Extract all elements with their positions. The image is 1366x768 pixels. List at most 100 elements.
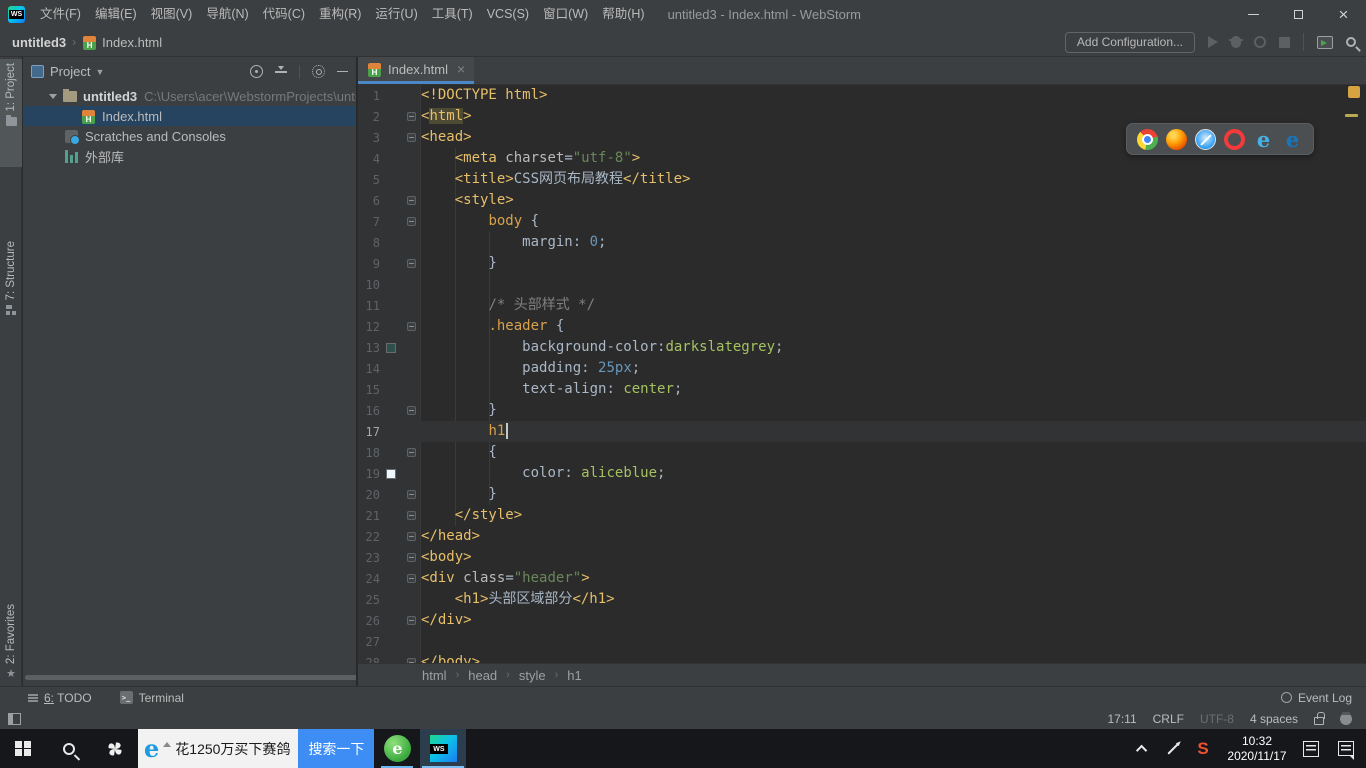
code-line[interactable]: 15 text-align: center; bbox=[358, 379, 1366, 400]
action-center-button[interactable] bbox=[1326, 729, 1366, 768]
tree-row-external-libraries[interactable]: 外部库 bbox=[23, 146, 356, 166]
breadcrumb-item[interactable]: html bbox=[422, 668, 447, 683]
tab-close-icon[interactable]: × bbox=[457, 62, 465, 76]
code-line[interactable]: 14 padding: 25px; bbox=[358, 358, 1366, 379]
collapse-all-icon[interactable] bbox=[275, 65, 287, 78]
code-line[interactable]: 1 <!DOCTYPE html> bbox=[358, 85, 1366, 106]
menu-item[interactable]: 运行(U) bbox=[368, 0, 424, 28]
fold-icon[interactable] bbox=[406, 553, 416, 562]
taskbar-search-button[interactable] bbox=[46, 729, 92, 768]
nav-crumb-file[interactable]: Index.html bbox=[102, 35, 162, 50]
code-line[interactable]: 27 bbox=[358, 631, 1366, 652]
terminal-tool-window[interactable]: >_ Terminal bbox=[119, 691, 184, 705]
code-line[interactable]: 11 /* 头部样式 */ bbox=[358, 295, 1366, 316]
code-line[interactable]: 22 </head> bbox=[358, 526, 1366, 547]
expand-arrow-icon[interactable] bbox=[49, 93, 57, 99]
highlighting-level-icon[interactable] bbox=[1340, 711, 1352, 725]
taskbar-webstorm-button[interactable] bbox=[420, 729, 467, 768]
color-swatch[interactable] bbox=[385, 468, 396, 479]
tray-pen-button[interactable] bbox=[1158, 729, 1188, 768]
menu-item[interactable]: 文件(F) bbox=[33, 0, 88, 28]
menu-item[interactable]: 重构(R) bbox=[312, 0, 368, 28]
search-everywhere-icon[interactable] bbox=[1346, 37, 1356, 47]
code-area[interactable]: 1 <!DOCTYPE html> 2 <html> 3 <head> 4 <meta ch… bbox=[358, 85, 1366, 663]
fold-icon[interactable] bbox=[406, 112, 416, 121]
code-line[interactable]: 13 background-color:darkslategrey; bbox=[358, 337, 1366, 358]
fold-icon[interactable] bbox=[406, 511, 416, 520]
code-line[interactable]: 7 body { bbox=[358, 211, 1366, 232]
edge-icon[interactable]: e bbox=[1282, 127, 1303, 152]
code-line[interactable]: 16 } bbox=[358, 400, 1366, 421]
inspections-indicator[interactable] bbox=[1348, 86, 1360, 98]
todo-tool-window[interactable]: 6: TODO bbox=[28, 691, 92, 705]
code-line[interactable]: 25 <h1>头部区域部分</h1> bbox=[358, 589, 1366, 610]
event-log-widget[interactable]: Event Log bbox=[1280, 691, 1366, 705]
fold-icon[interactable] bbox=[406, 217, 416, 226]
fold-icon[interactable] bbox=[406, 322, 416, 331]
add-configuration-button[interactable]: Add Configuration... bbox=[1064, 31, 1195, 53]
news-headline-area[interactable]: e 花1250万买下赛鸽 bbox=[138, 729, 299, 768]
close-button[interactable]: × bbox=[1321, 0, 1366, 28]
menu-item[interactable]: 代码(C) bbox=[256, 0, 312, 28]
menu-item[interactable]: 编辑(E) bbox=[88, 0, 144, 28]
fold-icon[interactable] bbox=[406, 574, 416, 583]
code-line[interactable]: 12 .header { bbox=[358, 316, 1366, 337]
code-line[interactable]: 18 { bbox=[358, 442, 1366, 463]
menu-item[interactable]: 窗口(W) bbox=[536, 0, 595, 28]
start-button[interactable] bbox=[0, 729, 46, 768]
horizontal-scrollbar[interactable] bbox=[25, 675, 356, 680]
tray-notepad-button[interactable] bbox=[1296, 729, 1326, 768]
locate-file-icon[interactable] bbox=[250, 65, 263, 78]
opera-icon[interactable] bbox=[1224, 128, 1245, 150]
code-line[interactable]: 5 <title>CSS网页布局教程</title> bbox=[358, 169, 1366, 190]
code-line[interactable]: 6 <style> bbox=[358, 190, 1366, 211]
ie-search-widget[interactable]: e 花1250万买下赛鸽 搜索一下 bbox=[138, 729, 375, 768]
code-line[interactable]: 17 h1 bbox=[358, 421, 1366, 442]
fold-icon[interactable] bbox=[406, 133, 416, 142]
firefox-icon[interactable] bbox=[1166, 128, 1187, 150]
tab-index-html[interactable]: Index.html × bbox=[358, 57, 475, 84]
breadcrumb-item[interactable]: h1 bbox=[567, 668, 581, 683]
code-line[interactable]: 28 </body> bbox=[358, 652, 1366, 663]
menu-item[interactable]: 视图(V) bbox=[144, 0, 200, 28]
fold-icon[interactable] bbox=[406, 259, 416, 268]
tray-sogou-button[interactable]: S bbox=[1188, 729, 1218, 768]
safari-icon[interactable] bbox=[1195, 128, 1216, 150]
tool-window-favorites[interactable]: 2: Favorites ★ bbox=[0, 584, 22, 684]
menu-item[interactable]: VCS(S) bbox=[480, 0, 536, 28]
code-line[interactable]: 19 color: aliceblue; bbox=[358, 463, 1366, 484]
caret-position[interactable]: 17:11 bbox=[1107, 712, 1136, 726]
tree-row-root[interactable]: untitled3 C:\Users\acer\WebstormProjects… bbox=[23, 86, 356, 106]
run-anything-icon[interactable] bbox=[1317, 35, 1333, 49]
taskbar-browser-button[interactable]: e bbox=[374, 729, 420, 768]
fold-icon[interactable] bbox=[406, 490, 416, 499]
code-line[interactable]: 24 <div class="header"> bbox=[358, 568, 1366, 589]
tool-window-structure[interactable]: 7: Structure bbox=[0, 237, 22, 357]
fold-icon[interactable] bbox=[406, 448, 416, 457]
breadcrumb-item[interactable]: style bbox=[519, 668, 546, 683]
tree-row-scratches[interactable]: Scratches and Consoles bbox=[23, 126, 356, 146]
code-line[interactable]: 26 </div> bbox=[358, 610, 1366, 631]
code-line[interactable]: 10 bbox=[358, 274, 1366, 295]
fold-icon[interactable] bbox=[406, 616, 416, 625]
menu-item[interactable]: 导航(N) bbox=[199, 0, 255, 28]
run-icon[interactable] bbox=[1208, 36, 1218, 48]
gear-icon[interactable] bbox=[312, 65, 325, 78]
fold-icon[interactable] bbox=[406, 532, 416, 541]
toggle-toolwindows-icon[interactable] bbox=[8, 712, 21, 725]
stop-icon[interactable] bbox=[1279, 36, 1290, 48]
code-line[interactable]: 20 } bbox=[358, 484, 1366, 505]
breadcrumb-item[interactable]: head bbox=[468, 668, 497, 683]
file-encoding[interactable]: UTF-8 bbox=[1200, 712, 1234, 726]
code-line[interactable]: 21 </style> bbox=[358, 505, 1366, 526]
hide-panel-icon[interactable] bbox=[337, 70, 348, 73]
tray-expand-button[interactable] bbox=[1128, 729, 1158, 768]
search-submit-button[interactable]: 搜索一下 bbox=[298, 729, 375, 768]
menu-item[interactable]: 工具(T) bbox=[425, 0, 480, 28]
line-separator[interactable]: CRLF bbox=[1153, 712, 1184, 726]
warning-stripe-mark[interactable] bbox=[1345, 114, 1358, 117]
chrome-icon[interactable] bbox=[1137, 128, 1158, 150]
indent-setting[interactable]: 4 spaces bbox=[1250, 712, 1298, 726]
fold-icon[interactable] bbox=[406, 196, 416, 205]
menu-item[interactable]: 帮助(H) bbox=[595, 0, 651, 28]
